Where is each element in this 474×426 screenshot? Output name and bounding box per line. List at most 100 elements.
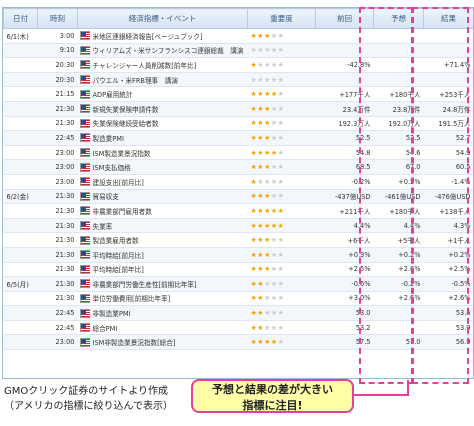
row-indicator-link[interactable]: 建設支出[前月比] bbox=[89, 174, 248, 190]
row-date bbox=[3, 320, 38, 336]
row-indicator-link[interactable]: 非製造業PMI bbox=[89, 305, 248, 321]
row-indicator-link[interactable]: 総合PMI bbox=[89, 320, 248, 336]
row-indicator-link[interactable]: 平均時給[前年比] bbox=[89, 262, 248, 278]
row-importance: ★★★★★ bbox=[247, 57, 316, 73]
header-importance: 重要度 bbox=[247, 8, 316, 29]
us-flag-icon bbox=[79, 162, 90, 172]
us-flag-icon bbox=[79, 60, 90, 70]
row-time: 22:45 bbox=[37, 305, 78, 321]
row-indicator-link[interactable]: 失業保険継続受給者数 bbox=[89, 116, 248, 132]
star-icon: ★ bbox=[277, 236, 285, 245]
row-importance: ★★★★★ bbox=[247, 145, 316, 161]
row-date bbox=[3, 247, 38, 263]
star-icon: ★ bbox=[270, 119, 278, 128]
star-icon: ★ bbox=[270, 221, 278, 230]
star-icon: ★ bbox=[277, 60, 285, 69]
star-icon: ★ bbox=[270, 46, 278, 55]
row-indicator-link[interactable]: 単位労働費用[前期比年率] bbox=[89, 291, 248, 307]
row-date bbox=[3, 305, 38, 321]
row-importance: ★★★★★ bbox=[247, 116, 316, 132]
row-indicator-link[interactable]: 非農業部門労働生産性[前期比年率] bbox=[89, 276, 248, 292]
row-indicator-link[interactable]: 失業率 bbox=[89, 218, 248, 234]
star-icon: ★ bbox=[270, 279, 278, 288]
us-flag-icon bbox=[79, 177, 90, 187]
row-indicator-link[interactable]: 非農業部門雇用者数 bbox=[89, 203, 248, 219]
row-indicator-link[interactable]: 米地区連銀経済報告[ベージュブック] bbox=[89, 28, 248, 44]
us-flag-icon bbox=[79, 89, 90, 99]
row-indicator-link[interactable]: 平均時給[前月比] bbox=[89, 247, 248, 263]
us-flag-icon bbox=[79, 221, 90, 231]
row-date bbox=[3, 101, 38, 117]
row-indicator-link[interactable]: パウエル・米FRB理事 講演 bbox=[89, 72, 248, 88]
row-indicator-link[interactable]: 新規失業保険申請件数 bbox=[89, 101, 248, 117]
row-flag bbox=[77, 276, 90, 292]
star-icon: ★ bbox=[264, 221, 271, 230]
row-flag bbox=[77, 262, 90, 278]
star-icon: ★ bbox=[270, 265, 278, 274]
star-icon: ★ bbox=[277, 177, 285, 186]
star-icon: ★ bbox=[277, 133, 285, 142]
star-icon: ★ bbox=[270, 31, 278, 40]
row-importance: ★★★★★ bbox=[247, 189, 316, 205]
star-icon: ★ bbox=[264, 294, 271, 303]
row-indicator-link[interactable]: チャレンジャー人員削減数[前年比] bbox=[89, 57, 248, 73]
row-time: 21:30 bbox=[37, 262, 78, 278]
star-icon: ★ bbox=[270, 133, 278, 142]
star-icon: ★ bbox=[264, 206, 271, 215]
star-icon: ★ bbox=[270, 104, 278, 113]
row-time: 21:30 bbox=[37, 116, 78, 132]
caption-line-2: （アメリカの指標に絞り込んで表示） bbox=[4, 401, 173, 412]
star-icon: ★ bbox=[277, 104, 285, 113]
callout-connector bbox=[407, 380, 409, 396]
row-date bbox=[3, 86, 38, 102]
us-flag-icon bbox=[79, 279, 90, 289]
row-flag bbox=[77, 116, 90, 132]
row-importance: ★★★★★ bbox=[247, 203, 316, 219]
row-flag bbox=[77, 101, 90, 117]
star-icon: ★ bbox=[277, 163, 285, 172]
row-date bbox=[3, 262, 38, 278]
row-time: 21:30 bbox=[37, 276, 78, 292]
row-indicator-link[interactable]: 製造業PMI bbox=[89, 130, 248, 146]
us-flag-icon bbox=[79, 31, 90, 41]
us-flag-icon bbox=[79, 118, 90, 128]
row-importance: ★★★★★ bbox=[247, 130, 316, 146]
row-flag bbox=[77, 320, 90, 336]
us-flag-icon bbox=[79, 337, 90, 347]
row-time: 21:30 bbox=[37, 291, 78, 307]
row-indicator-link[interactable]: ADP雇用統計 bbox=[89, 86, 248, 102]
row-flag bbox=[77, 72, 90, 88]
row-indicator-link[interactable]: 製造業雇用者数 bbox=[89, 232, 248, 248]
row-importance: ★★★★★ bbox=[247, 72, 316, 88]
row-flag bbox=[77, 159, 90, 175]
star-icon: ★ bbox=[264, 265, 271, 274]
us-flag-icon bbox=[79, 323, 90, 333]
us-flag-icon bbox=[79, 206, 90, 216]
row-indicator-link[interactable]: ISM支払価格 bbox=[89, 159, 248, 175]
star-icon: ★ bbox=[277, 309, 285, 318]
row-time: 21:30 bbox=[37, 189, 78, 205]
row-indicator-link[interactable]: ウィリアムズ・米サンフランシスコ連銀総裁 講演 bbox=[89, 43, 248, 59]
caption-line-1: GMOクリック証券のサイトより作成 bbox=[4, 386, 169, 397]
star-icon: ★ bbox=[277, 46, 285, 55]
star-icon: ★ bbox=[264, 236, 271, 245]
star-icon: ★ bbox=[264, 60, 271, 69]
row-time: 22:45 bbox=[37, 130, 78, 146]
star-icon: ★ bbox=[264, 309, 271, 318]
star-icon: ★ bbox=[270, 236, 278, 245]
row-indicator-link[interactable]: 貿易収支 bbox=[89, 189, 248, 205]
row-indicator-link[interactable]: ISM非製造業景況指数[総合] bbox=[89, 334, 248, 351]
row-indicator-link[interactable]: ISM製造業景況指数 bbox=[89, 145, 248, 161]
star-icon: ★ bbox=[264, 177, 271, 186]
row-date: 6/5(月) bbox=[3, 276, 38, 292]
us-flag-icon bbox=[79, 308, 90, 318]
forecast-column-highlight bbox=[359, 7, 413, 384]
row-time: 21:30 bbox=[37, 247, 78, 263]
row-time: 3:00 bbox=[37, 28, 78, 44]
row-date bbox=[3, 130, 38, 146]
header-date: 日付 bbox=[3, 8, 38, 29]
row-importance: ★★★★★ bbox=[247, 320, 316, 336]
star-icon: ★ bbox=[277, 265, 285, 274]
star-icon: ★ bbox=[264, 323, 271, 332]
us-flag-icon bbox=[79, 45, 90, 55]
